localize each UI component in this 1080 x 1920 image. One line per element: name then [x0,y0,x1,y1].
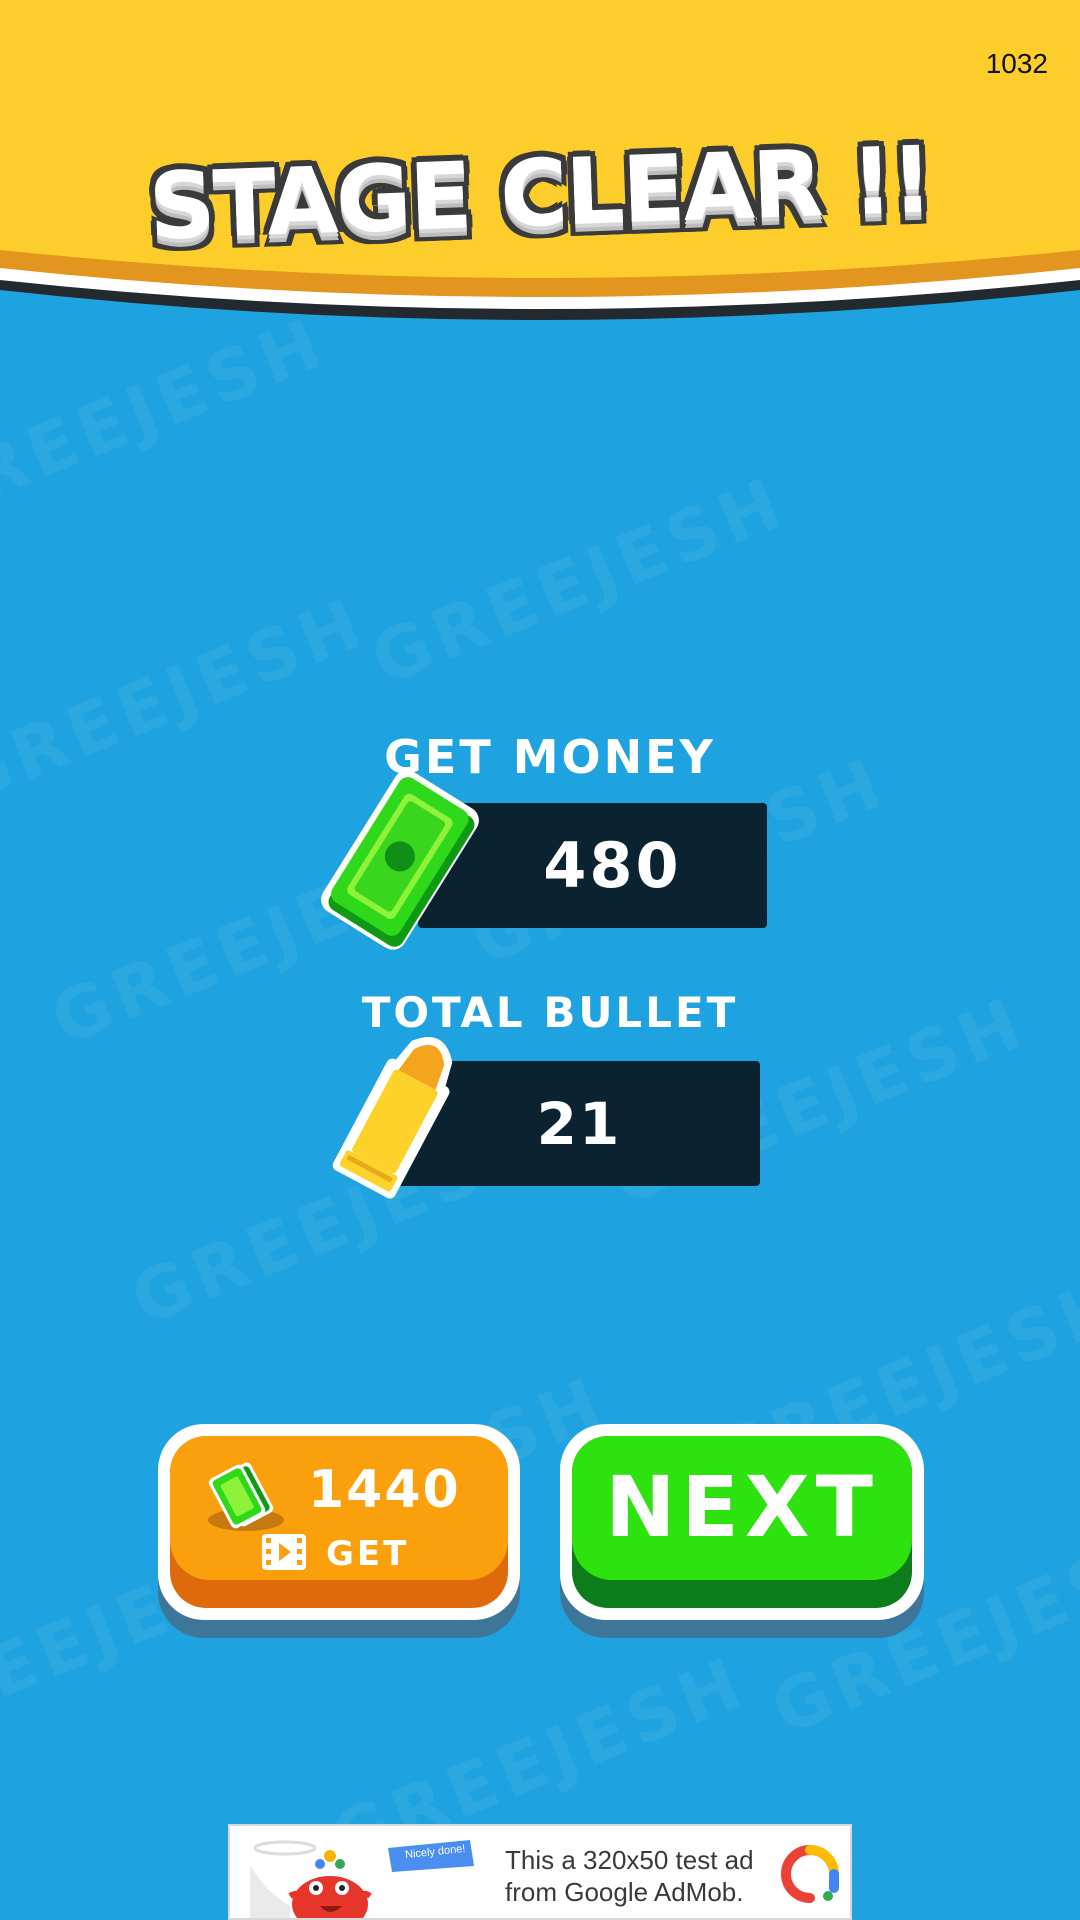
ad-banner[interactable]: Nicely done! This a 320x50 test ad from … [228,1824,852,1920]
total-bullet-label: TOTAL BULLET [361,988,739,1037]
next-button[interactable]: NEXT [560,1424,924,1620]
video-ad-icon [262,1534,306,1570]
bullet-icon [332,1037,453,1199]
ad-text: This a 320x50 test ad from Google AdMob. [505,1845,754,1907]
watermark-text: GREEJESH [360,460,798,702]
bullet-value: 21 [536,1089,622,1158]
get-reward-amount: 1440 [308,1460,461,1520]
cash-stack-icon [208,1462,284,1531]
cash-bill-icon [321,770,479,950]
mascot-icon [230,1826,500,1918]
coin-counter: 1032 [985,48,1048,79]
next-button-label: NEXT [605,1458,879,1556]
money-value: 480 [543,829,682,902]
get-money-label: GET MONEY [384,730,716,784]
get-reward-label: GET [326,1534,410,1574]
get-reward-button[interactable]: 1440 GET [158,1424,520,1620]
admob-logo-icon [781,1845,839,1903]
header-banner: 1032 STAGE CLEAR !! [0,0,1080,340]
